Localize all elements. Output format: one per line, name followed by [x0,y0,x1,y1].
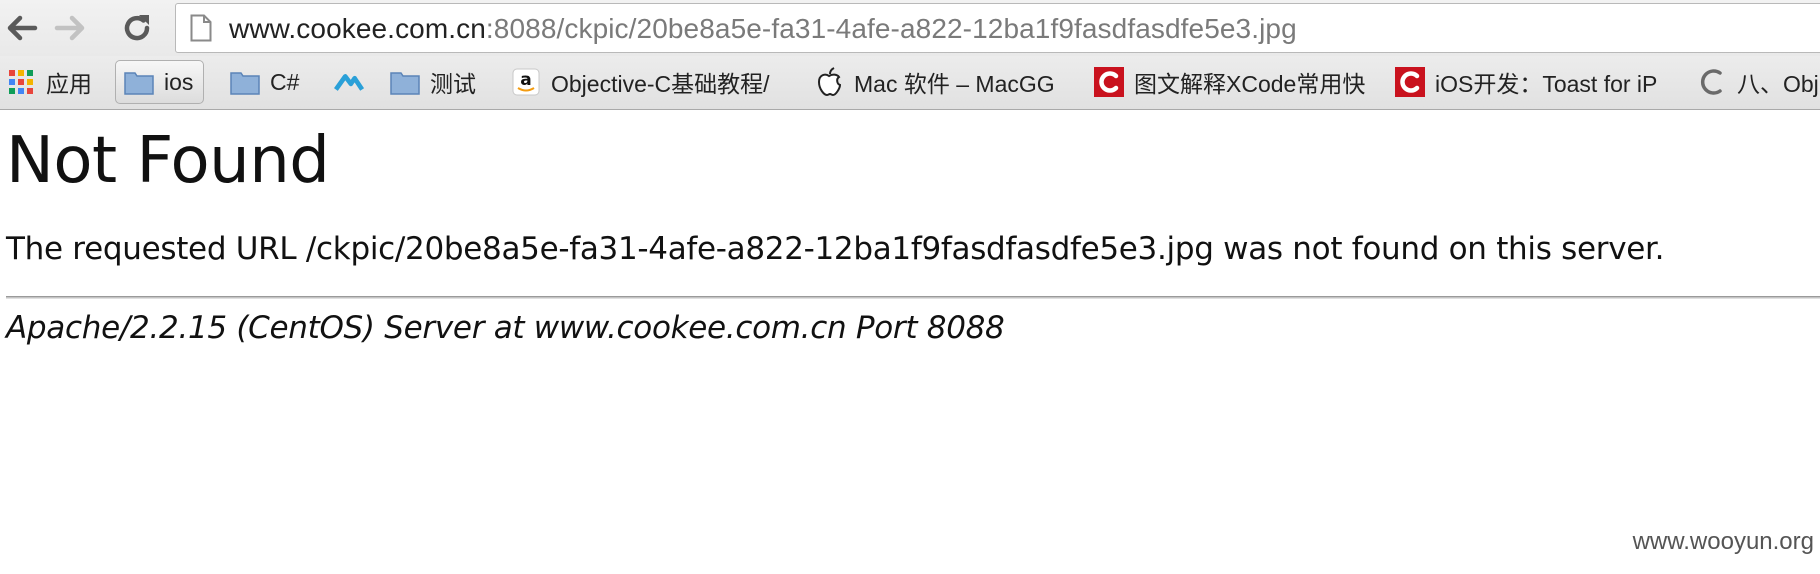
c-logo-icon [1697,68,1727,96]
bookmark-objc-eight[interactable]: 八、Obj [1697,60,1819,104]
apple-icon [814,67,844,97]
url-text[interactable]: www.cookee.com.cn:8088/ckpic/20be8a5e-fa… [229,13,1297,45]
bookmark-folder-csharp[interactable]: C# [230,60,299,104]
bookmark-label: iOS开发：Toast for iP [1435,71,1658,97]
server-signature: Apache/2.2.15 (CentOS) Server at www.coo… [6,310,1005,346]
svg-text:a: a [520,70,531,90]
bookmark-xcode-shortcuts[interactable]: 图文解释XCode常用快 [1094,60,1365,104]
reload-button[interactable] [117,8,157,48]
forward-button[interactable] [50,8,90,48]
bookmark-objc-tutorial[interactable]: a Objective-C基础教程/ [511,60,770,104]
bookmark-macgg[interactable]: Mac 软件 – MacGG [814,60,1055,104]
bookmark-label: C# [270,68,300,95]
document-icon [190,14,212,42]
folder-icon [230,68,260,96]
bookmark-ios-toast[interactable]: iOS开发：Toast for iP [1395,60,1657,104]
bookmark-label: ios [164,68,194,95]
csdn-icon [1395,67,1425,97]
error-message: The requested URL /ckpic/20be8a5e-fa31-4… [6,231,1665,267]
folder-icon [390,68,420,96]
arrow-left-icon [7,15,38,41]
address-bar[interactable]: www.cookee.com.cn:8088/ckpic/20be8a5e-fa… [175,3,1820,53]
url-host: www.cookee.com.cn [229,13,486,44]
apps-grid-icon [6,68,36,96]
bookmark-folder-test[interactable]: 测试 [390,60,476,104]
amazon-icon: a [511,68,541,96]
blue-logo-icon [334,68,364,96]
bookmark-folder-ios[interactable]: ios [115,60,205,104]
bookmark-label: Objective-C基础教程/ [551,71,770,97]
watermark: www.wooyun.org [1632,528,1814,555]
back-button[interactable] [2,8,42,48]
bookmark-label: 图文解释XCode常用快 [1134,71,1366,97]
csdn-icon [1094,67,1124,97]
bookmark-label: 应用 [46,71,92,97]
folder-icon [124,68,154,96]
bookmark-site[interactable] [334,60,374,104]
bookmarks-bar: 应用 ios C# 测试 a Objective-C基础教程/ Mac 软件 –… [0,56,1820,110]
arrow-right-icon [54,15,85,41]
divider [6,296,1820,299]
bookmark-label: Mac 软件 – MacGG [854,71,1055,97]
bookmark-label: 测试 [430,71,476,97]
browser-toolbar: www.cookee.com.cn:8088/ckpic/20be8a5e-fa… [0,0,1820,56]
bookmark-label: 八、Obj [1737,71,1819,97]
page-content: Not Found The requested URL /ckpic/20be8… [0,111,1820,574]
page-title: Not Found [6,124,330,198]
bookmark-apps[interactable]: 应用 [6,60,92,104]
reload-icon [124,15,150,41]
url-path: :8088/ckpic/20be8a5e-fa31-4afe-a822-12ba… [485,13,1297,44]
